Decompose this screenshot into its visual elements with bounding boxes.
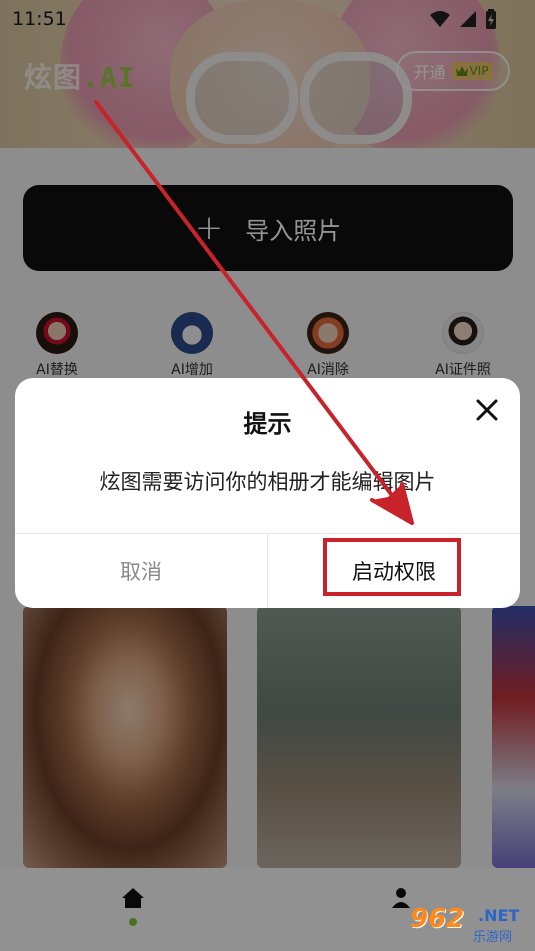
watermark-suffix: .NET xyxy=(478,906,520,925)
dialog-title: 提示 xyxy=(243,410,292,438)
watermark-number: 962 xyxy=(410,904,465,934)
permission-dialog: 提示 炫图需要访问你的相册才能编辑图片 取消 启动权限 xyxy=(15,378,520,608)
dialog-message: 炫图需要访问你的相册才能编辑图片 xyxy=(99,470,436,494)
highlight-box xyxy=(323,538,461,596)
close-icon[interactable] xyxy=(472,395,502,425)
cancel-button[interactable]: 取消 xyxy=(15,534,267,608)
cancel-button-label: 取消 xyxy=(120,560,162,584)
watermark-text: 乐游网 xyxy=(473,930,513,945)
